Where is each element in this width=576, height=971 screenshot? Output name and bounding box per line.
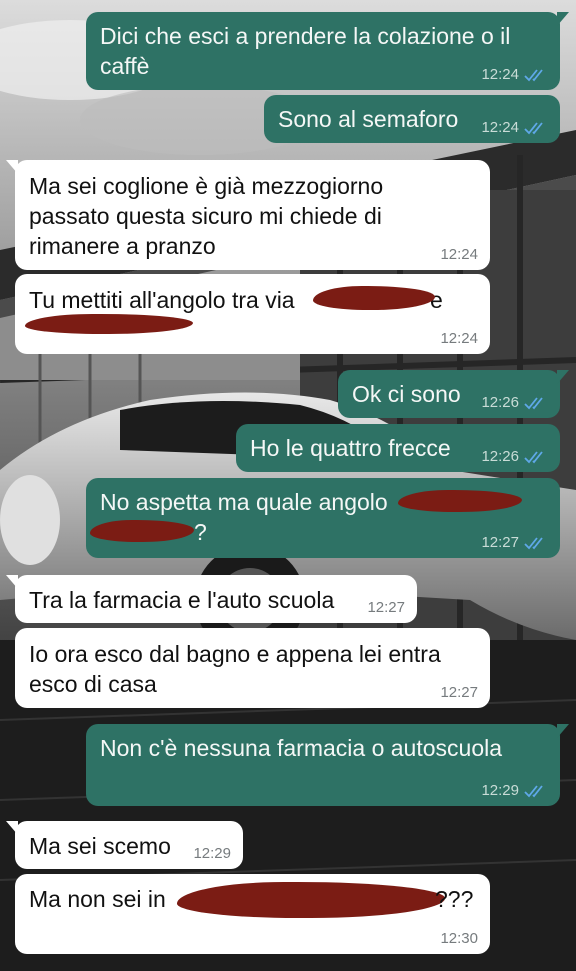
- message-time: 12:26: [481, 394, 519, 411]
- message-meta: 12:30: [440, 930, 478, 948]
- message-time: 12:30: [440, 930, 478, 947]
- message-text: Tra la farmacia e l'auto scuola: [29, 587, 335, 613]
- bubble-tail: [557, 370, 569, 384]
- message-incoming[interactable]: Ma non sei in ??? 12:30: [15, 874, 490, 954]
- message-time: 12:24: [481, 119, 519, 136]
- message-outgoing[interactable]: Ok ci sono 12:26: [338, 370, 569, 418]
- message-meta: 12:27: [481, 534, 548, 552]
- message-time: 12:24: [481, 66, 519, 83]
- read-ticks-icon: [524, 451, 543, 464]
- read-ticks-icon: [524, 785, 543, 798]
- redaction-mark: [90, 520, 194, 542]
- message-meta: 12:24: [440, 330, 478, 348]
- message-time: 12:27: [481, 534, 519, 551]
- bubble-tail: [557, 724, 569, 738]
- message-outgoing[interactable]: Ho le quattro frecce 12:26: [236, 424, 560, 472]
- bubble-tail: [6, 160, 18, 174]
- message-outgoing[interactable]: Non c'è nessuna farmacia o autoscuola 12…: [86, 724, 569, 806]
- message-text: Non c'è nessuna farmacia o autoscuola: [100, 735, 503, 761]
- message-outgoing[interactable]: No aspetta ma quale angolo ? 12:27: [86, 478, 560, 558]
- message-outgoing[interactable]: Dici che esci a prendere la colazione o …: [86, 12, 569, 90]
- message-time: 12:24: [440, 246, 478, 263]
- read-ticks-icon: [524, 69, 543, 82]
- message-time: 12:26: [481, 448, 519, 465]
- bubble-tail: [6, 821, 18, 835]
- message-meta: 12:26: [481, 448, 548, 466]
- message-meta: 12:27: [440, 684, 478, 702]
- message-incoming[interactable]: Tu mettiti all'angolo tra via e 12:24: [15, 274, 490, 354]
- message-time: 12:27: [367, 599, 405, 616]
- read-ticks-icon: [524, 537, 543, 550]
- bubble-tail: [6, 575, 18, 589]
- message-text: Ma sei coglione è già mezzogiorno passat…: [29, 173, 384, 259]
- message-incoming[interactable]: Ma sei coglione è già mezzogiorno passat…: [6, 160, 490, 270]
- message-meta: 12:29: [481, 782, 548, 800]
- message-meta: 12:27: [367, 599, 405, 617]
- message-meta: 12:24: [440, 246, 478, 264]
- message-meta: 12:24: [481, 119, 548, 137]
- message-text: Io ora esco dal bagno e appena lei entra…: [29, 641, 441, 697]
- message-incoming[interactable]: Tra la farmacia e l'auto scuola 12:27: [6, 575, 417, 623]
- message-time: 12:27: [440, 684, 478, 701]
- message-meta: 12:24: [481, 66, 548, 84]
- message-outgoing[interactable]: Sono al semaforo 12:24: [264, 95, 560, 143]
- read-ticks-icon: [524, 397, 543, 410]
- message-text: Dici che esci a prendere la colazione o …: [100, 23, 511, 79]
- message-meta: 12:29: [193, 845, 231, 863]
- redaction-mark: [25, 314, 193, 334]
- read-ticks-icon: [524, 122, 543, 135]
- message-meta: 12:26: [481, 394, 548, 412]
- message-incoming[interactable]: Ma sei scemo 12:29: [6, 821, 243, 869]
- message-text-after: ?: [194, 519, 207, 545]
- bubble-tail: [557, 12, 569, 26]
- message-time: 12:29: [481, 782, 519, 799]
- message-time: 12:29: [193, 845, 231, 862]
- message-time: 12:24: [440, 330, 478, 347]
- message-incoming[interactable]: Io ora esco dal bagno e appena lei entra…: [15, 628, 490, 708]
- message-text-after: ???: [435, 886, 474, 912]
